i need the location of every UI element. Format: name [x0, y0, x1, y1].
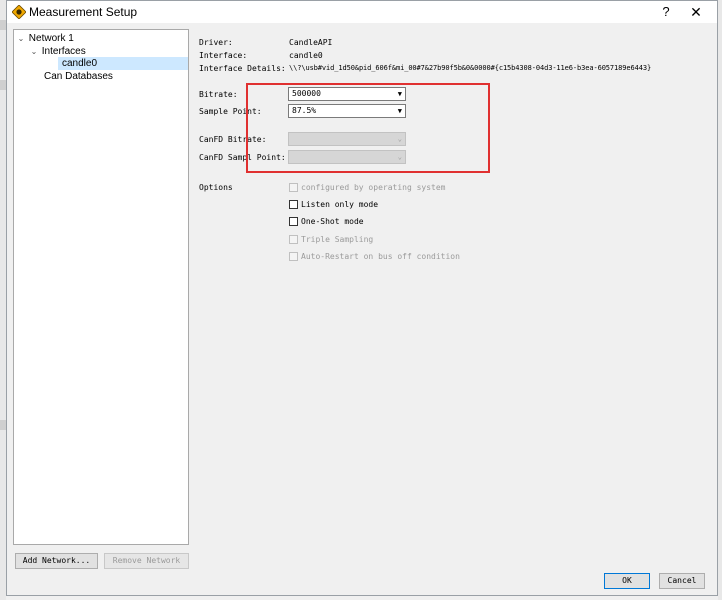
bitrate-select[interactable]: 500000 ▼	[288, 87, 406, 101]
help-button[interactable]: ?	[657, 3, 675, 21]
window-title: Measurement Setup	[29, 5, 138, 19]
interface-details-value: \\?\usb#vid_1d50&pid_606f&mi_00#7&27b90f…	[289, 64, 652, 72]
triple-sampling-label: Triple Sampling	[301, 235, 374, 244]
chevron-down-icon[interactable]: ⌄	[16, 32, 26, 45]
listen-only-checkbox[interactable]	[289, 200, 298, 209]
interface-details-label: Interface Details:	[199, 64, 286, 73]
chevron-down-icon: ▼	[397, 90, 402, 98]
canfd-bitrate-label: CanFD Bitrate:	[199, 135, 267, 144]
sample-point-select[interactable]: 87.5% ▼	[288, 104, 406, 118]
remove-network-button[interactable]: Remove Network	[104, 553, 189, 569]
can-app-icon	[12, 5, 26, 19]
tree-item-label: Network 1	[28, 33, 74, 44]
triple-sampling-checkbox[interactable]	[289, 235, 298, 244]
driver-label: Driver:	[199, 38, 233, 47]
configured-by-os-label: configured by operating system	[301, 183, 446, 192]
interface-value: candle0	[289, 51, 323, 60]
bitrate-value: 500000	[292, 89, 321, 98]
measurement-setup-dialog: Measurement Setup ? ✕ ⌄ Network 1 ⌄ Inte…	[6, 0, 718, 596]
options-label: Options	[199, 183, 233, 192]
one-shot-label: One-Shot mode	[301, 217, 364, 226]
canfd-bitrate-select[interactable]: ⌄	[288, 132, 406, 146]
tree-item-candle0[interactable]: candle0	[58, 57, 188, 70]
close-button[interactable]: ✕	[687, 3, 705, 21]
canfd-sample-point-label: CanFD Sampl Point:	[199, 153, 286, 162]
network-tree[interactable]: ⌄ Network 1 ⌄ Interfaces candle0 Can Dat…	[13, 29, 189, 545]
auto-restart-checkbox[interactable]	[289, 252, 298, 261]
tree-item-label: Interfaces	[41, 46, 86, 57]
canfd-sample-point-select[interactable]: ⌄	[288, 150, 406, 164]
sample-point-value: 87.5%	[292, 106, 317, 115]
ok-button[interactable]: OK	[604, 573, 650, 589]
add-network-button[interactable]: Add Network...	[15, 553, 98, 569]
one-shot-checkbox[interactable]	[289, 217, 298, 226]
tree-item-can-databases[interactable]: Can Databases	[44, 70, 113, 83]
auto-restart-label: Auto-Restart on bus off condition	[301, 252, 460, 261]
chevron-down-icon: ⌄	[397, 153, 402, 161]
listen-only-label: Listen only mode	[301, 200, 379, 209]
tree-item-label: Can Databases	[44, 71, 113, 82]
interface-label: Interface:	[199, 51, 248, 60]
tree-item-network-1[interactable]: ⌄ Network 1	[16, 32, 74, 45]
chevron-down-icon: ⌄	[397, 135, 402, 143]
background-app-edge-right	[718, 0, 722, 600]
chevron-down-icon[interactable]: ⌄	[29, 45, 39, 58]
bitrate-label: Bitrate:	[199, 90, 238, 99]
cancel-button[interactable]: Cancel	[659, 573, 705, 589]
tree-item-label: candle0	[62, 58, 98, 69]
configured-by-os-checkbox[interactable]	[289, 183, 298, 192]
driver-value: CandleAPI	[289, 38, 333, 47]
chevron-down-icon: ▼	[397, 107, 402, 115]
sample-point-label: Sample Point:	[199, 107, 262, 116]
title-bar[interactable]: Measurement Setup ? ✕	[7, 1, 717, 23]
